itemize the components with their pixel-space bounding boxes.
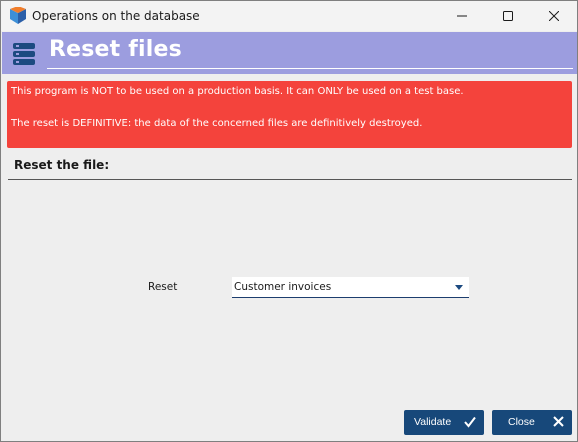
maximize-button[interactable] bbox=[485, 1, 531, 31]
reset-label: Reset bbox=[148, 281, 178, 293]
page-title: Reset files bbox=[49, 37, 182, 62]
minimize-button[interactable] bbox=[439, 1, 485, 31]
minimize-icon bbox=[457, 15, 467, 17]
section-title: Reset the file: bbox=[14, 158, 110, 172]
section-divider bbox=[8, 179, 572, 180]
close-x-icon bbox=[553, 416, 564, 427]
header-band: Reset files bbox=[2, 32, 577, 74]
checkmark-icon bbox=[464, 416, 476, 428]
database-icon bbox=[13, 43, 35, 65]
app-logo-icon bbox=[10, 7, 26, 24]
maximize-icon bbox=[503, 11, 513, 21]
window-close-button[interactable] bbox=[531, 1, 577, 31]
warning-line-1: This program is NOT to be used on a prod… bbox=[11, 86, 464, 97]
warning-line-2: The reset is DEFINITIVE: the data of the… bbox=[11, 118, 423, 129]
close-button[interactable]: Close bbox=[492, 410, 572, 435]
window-title: Operations on the database bbox=[32, 9, 200, 23]
reset-file-value: Customer invoices bbox=[234, 281, 332, 293]
close-button-label: Close bbox=[508, 416, 535, 428]
validate-button-label: Validate bbox=[414, 416, 452, 428]
title-bar[interactable]: Operations on the database bbox=[1, 1, 577, 31]
close-icon bbox=[549, 11, 559, 21]
chevron-down-icon[interactable] bbox=[455, 285, 463, 290]
warning-banner: This program is NOT to be used on a prod… bbox=[7, 81, 572, 148]
dialog-window: Operations on the database Reset files T… bbox=[0, 0, 578, 442]
validate-button[interactable]: Validate bbox=[404, 410, 484, 435]
header-underline bbox=[47, 68, 573, 69]
reset-file-select[interactable]: Customer invoices bbox=[232, 277, 469, 298]
